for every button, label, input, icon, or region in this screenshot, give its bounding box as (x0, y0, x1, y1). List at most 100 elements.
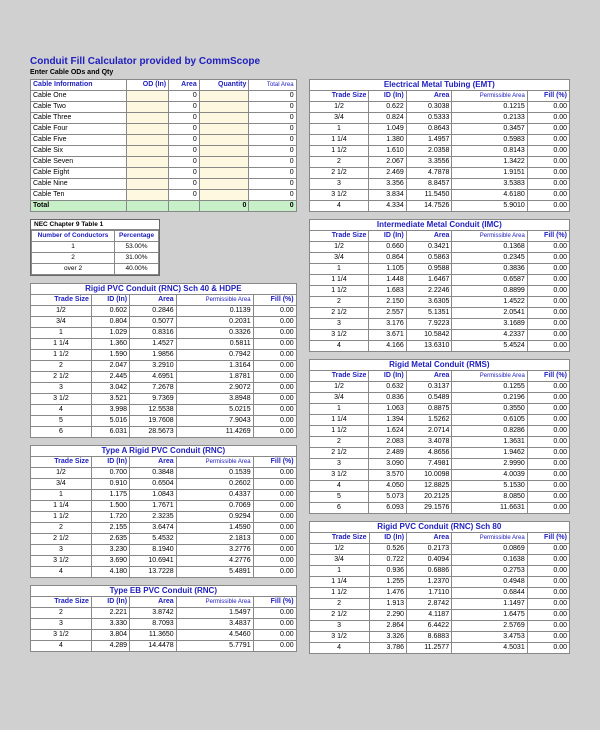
conduit-row: 22.0473.29101.31640.00 (31, 361, 297, 372)
id-in: 1.029 (91, 328, 129, 339)
id-in: 6.031 (91, 427, 129, 438)
hdr-id: ID (In) (369, 91, 406, 102)
perm-area: 0.3326 (176, 328, 253, 339)
trade-size: 4 (309, 481, 369, 492)
conduit-row: 3 1/23.69010.69414.27760.00 (31, 556, 297, 567)
conduit-table: Rigid Metal Conduit (RMS)Trade SizeID (I… (309, 359, 570, 514)
cable-total-row: Total00 (31, 201, 297, 212)
perm-area: 1.6475 (452, 610, 528, 621)
perm-area: 5.9010 (452, 201, 527, 212)
id-in: 0.824 (369, 113, 406, 124)
conduit-row: 33.2308.19403.27760.00 (31, 545, 297, 556)
id-in: 1.610 (369, 146, 406, 157)
cable-qty-input[interactable] (199, 124, 249, 135)
perm-area: 0.2345 (452, 253, 527, 264)
perm-area: 4.2337 (452, 330, 527, 341)
perm-area: 3.2776 (176, 545, 253, 556)
perm-area: 0.8899 (452, 286, 527, 297)
section-title: Rigid PVC Conduit (RNC) Sch 40 & HDPE (31, 284, 297, 295)
cable-name: Cable Five (31, 135, 127, 146)
cable-qty-input[interactable] (199, 146, 249, 157)
cable-qty-input[interactable] (199, 102, 249, 113)
fill-pct: 0.00 (527, 319, 569, 330)
cable-qty-input[interactable] (199, 157, 249, 168)
nec-h1: Number of Conductors (32, 231, 115, 242)
cable-area: 0 (169, 102, 200, 113)
cable-qty-input[interactable] (199, 91, 249, 102)
cable-info-table: Cable Information OD (In) Area Quantity … (30, 79, 297, 212)
conduit-row: 1 1/21.5901.98560.79420.00 (31, 350, 297, 361)
conduit-row: 22.0673.35561.34220.00 (309, 157, 569, 168)
trade-size: 1/2 (309, 242, 369, 253)
cable-qty-input[interactable] (199, 168, 249, 179)
conduit-row: 22.1553.64741.45900.00 (31, 523, 297, 534)
perm-area: 0.9294 (176, 512, 253, 523)
id-in: 2.067 (369, 157, 406, 168)
cable-total: 0 (249, 146, 296, 157)
cable-od-input[interactable] (126, 168, 168, 179)
area: 8.8457 (406, 179, 452, 190)
cable-qty-input[interactable] (199, 113, 249, 124)
fill-pct: 0.00 (527, 242, 569, 253)
cable-row: Cable Seven00 (31, 157, 297, 168)
cable-total: 0 (249, 124, 296, 135)
trade-size: 6 (309, 503, 369, 514)
fill-pct: 0.00 (253, 619, 296, 630)
fill-pct: 0.00 (527, 481, 569, 492)
perm-area: 5.1530 (452, 481, 527, 492)
trade-size: 4 (309, 201, 369, 212)
conduit-row: 3 1/23.57010.00984.00390.00 (309, 470, 569, 481)
cable-od-input[interactable] (126, 113, 168, 124)
cable-od-input[interactable] (126, 190, 168, 201)
conduit-row: 2 1/22.2904.11871.64750.00 (309, 610, 569, 621)
conduit-table: Intermediate Metal Conduit (IMC)Trade Si… (309, 219, 570, 352)
fill-pct: 0.00 (527, 330, 569, 341)
nec-table: NEC Chapter 9 Table 1 Number of Conducto… (30, 219, 160, 276)
id-in: 3.356 (369, 179, 406, 190)
cable-od-input[interactable] (126, 124, 168, 135)
cable-qty-input[interactable] (199, 190, 249, 201)
id-in: 2.635 (91, 534, 129, 545)
area: 4.8656 (406, 448, 452, 459)
cable-qty-input[interactable] (199, 179, 249, 190)
id-in: 6.093 (369, 503, 406, 514)
cable-od-input[interactable] (126, 157, 168, 168)
trade-size: 2 1/2 (309, 308, 369, 319)
fill-pct: 0.00 (253, 306, 296, 317)
area: 4.7878 (406, 168, 452, 179)
fill-pct: 0.00 (527, 492, 569, 503)
trade-size: 1 (31, 490, 92, 501)
area: 4.1187 (407, 610, 452, 621)
area: 8.1940 (130, 545, 177, 556)
conduit-row: 33.1767.92233.16890.00 (309, 319, 569, 330)
fill-pct: 0.00 (527, 610, 569, 621)
perm-area: 2.9072 (176, 383, 253, 394)
trade-size: 2 (309, 599, 369, 610)
trade-size: 1 1/4 (31, 339, 92, 350)
trade-size: 1 1/2 (31, 350, 92, 361)
fill-pct: 0.00 (253, 394, 296, 405)
id-in: 3.230 (91, 545, 129, 556)
trade-size: 1 1/2 (31, 512, 92, 523)
hdr-perm: Permissible Area (176, 295, 253, 306)
trade-size: 1 (309, 264, 369, 275)
perm-area: 3.4753 (452, 632, 528, 643)
perm-area: 4.2776 (176, 556, 253, 567)
cable-od-input[interactable] (126, 135, 168, 146)
cable-od-input[interactable] (126, 91, 168, 102)
conduit-row: 3/40.8360.54890.21960.00 (309, 393, 569, 404)
perm-area: 4.6180 (452, 190, 527, 201)
cable-od-input[interactable] (126, 102, 168, 113)
cable-od-input[interactable] (126, 179, 168, 190)
cable-total: 0 (249, 168, 296, 179)
cable-name: Cable Ten (31, 190, 127, 201)
cable-od-input[interactable] (126, 146, 168, 157)
fill-pct: 0.00 (527, 621, 569, 632)
cable-qty-input[interactable] (199, 135, 249, 146)
conduit-row: 43.99812.55385.02150.00 (31, 405, 297, 416)
perm-area: 0.1539 (176, 468, 253, 479)
area: 0.6886 (407, 566, 452, 577)
area: 0.2173 (407, 544, 452, 555)
conduit-row: 3/40.8040.50770.20310.00 (31, 317, 297, 328)
conduit-row: 1/20.6020.28460.11390.00 (31, 306, 297, 317)
